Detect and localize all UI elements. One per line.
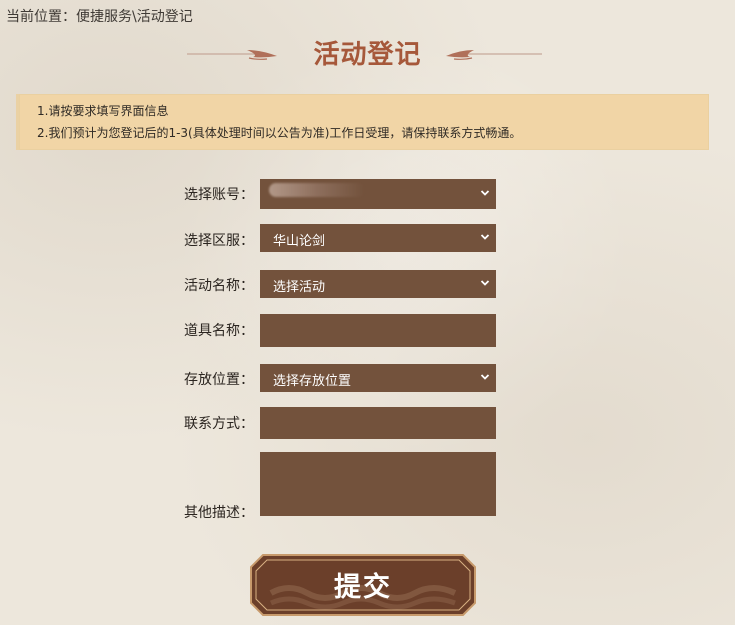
masked-account-value (269, 183, 365, 197)
server-label: 选择区服： (184, 233, 254, 249)
chevron-down-icon (480, 374, 490, 380)
server-select-value: 华山论剑 (273, 234, 326, 249)
ornament-right-icon (446, 50, 542, 60)
activity-label: 活动名称： (184, 278, 254, 294)
notice-line-2: 2.我们预计为您登记后的1-3(具体处理时间以公告为准)工作日受理，请保持联系方… (37, 126, 522, 140)
item-name-input[interactable] (260, 314, 496, 347)
storage-label: 存放位置： (184, 372, 254, 388)
server-select[interactable]: 华山论剑 (260, 224, 496, 252)
page-title: 活动登记 (313, 40, 422, 70)
storage-select-value: 选择存放位置 (273, 374, 352, 389)
ornament-left-icon (187, 50, 277, 60)
activity-select[interactable]: 选择活动 (260, 270, 496, 298)
description-textarea[interactable] (260, 452, 496, 516)
contact-input[interactable] (260, 407, 496, 439)
title-bar: 活动登记 (0, 34, 735, 74)
submit-button[interactable]: 提交 (249, 553, 477, 617)
storage-select[interactable]: 选择存放位置 (260, 364, 496, 392)
breadcrumb: 当前位置：便捷服务\活动登记 (6, 9, 193, 25)
contact-label: 联系方式： (184, 416, 254, 432)
chevron-down-icon (480, 234, 490, 240)
notice-box: 1.请按要求填写界面信息 2.我们预计为您登记后的1-3(具体处理时间以公告为准… (16, 94, 709, 150)
activity-select-value: 选择活动 (273, 280, 326, 295)
submit-label: 提交 (334, 572, 392, 603)
item-label: 道具名称： (184, 323, 254, 339)
account-select[interactable] (260, 179, 496, 209)
notice-line-1: 1.请按要求填写界面信息 (37, 104, 169, 118)
description-label: 其他描述： (184, 505, 254, 521)
account-label: 选择账号： (184, 187, 254, 203)
chevron-down-icon (480, 190, 490, 196)
chevron-down-icon (480, 280, 490, 286)
